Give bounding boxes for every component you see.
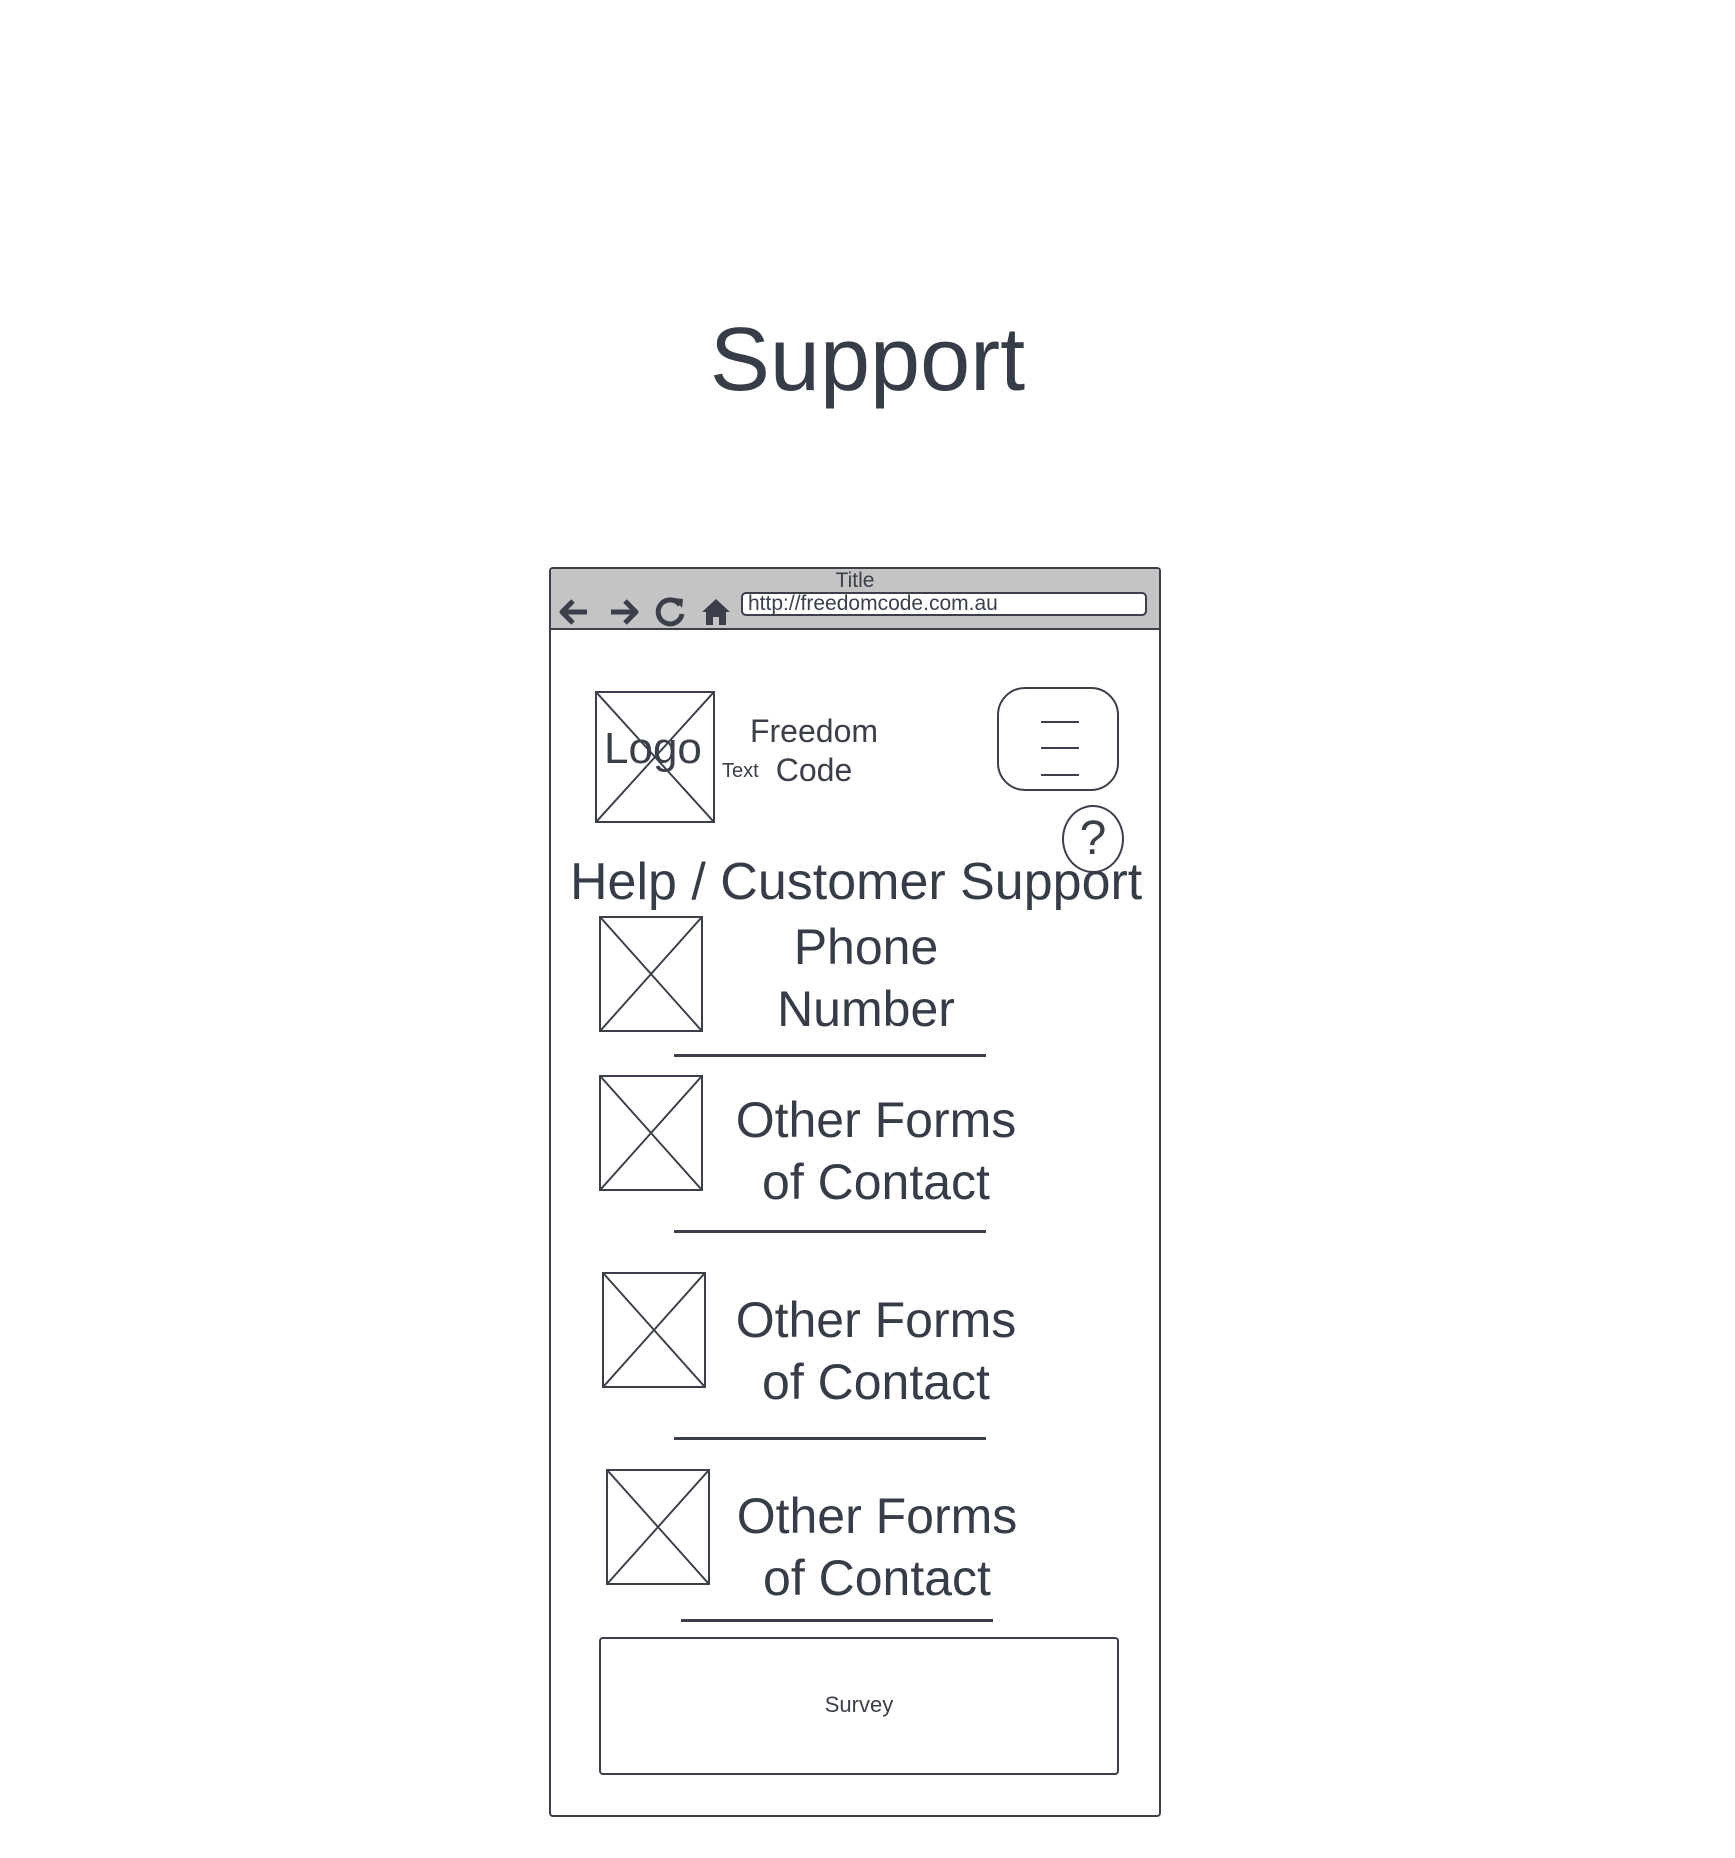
divider bbox=[674, 1054, 986, 1057]
menu-button[interactable] bbox=[997, 687, 1119, 791]
logo-label: Logo bbox=[604, 724, 702, 773]
divider bbox=[681, 1619, 993, 1622]
home-icon[interactable] bbox=[699, 595, 733, 629]
support-heading: Help / Customer Support bbox=[570, 853, 1143, 911]
page-title: Support bbox=[709, 310, 1026, 410]
logo-placeholder-image: Logo bbox=[595, 691, 715, 823]
forward-arrow-icon[interactable] bbox=[607, 595, 641, 629]
divider bbox=[674, 1437, 986, 1440]
contact-label-other-3: Other Forms of Contact bbox=[736, 1488, 1018, 1606]
browser-toolbar: Title http://freedomcode.com.au bbox=[551, 569, 1159, 630]
text-label: Text bbox=[722, 760, 759, 782]
divider bbox=[674, 1230, 986, 1233]
phone-placeholder-image bbox=[599, 916, 703, 1032]
survey-button[interactable]: Survey bbox=[599, 1637, 1119, 1775]
contact-placeholder-image bbox=[602, 1272, 706, 1388]
contact-placeholder-image bbox=[599, 1075, 703, 1191]
contact-label-other-2: Other Forms of Contact bbox=[735, 1292, 1017, 1410]
contact-label-other-1: Other Forms of Contact bbox=[735, 1092, 1017, 1210]
back-arrow-icon[interactable] bbox=[557, 595, 591, 629]
contact-label-phone: Phone Number bbox=[777, 919, 955, 1037]
url-field[interactable]: http://freedomcode.com.au bbox=[741, 592, 1147, 616]
window-title: Title bbox=[835, 569, 875, 592]
browser-mockup: Title http://freedomcode.com.au Logo Fre… bbox=[549, 567, 1161, 1817]
contact-placeholder-image bbox=[606, 1469, 710, 1585]
reload-icon[interactable] bbox=[653, 595, 687, 629]
hamburger-menu-icon bbox=[999, 689, 1117, 789]
